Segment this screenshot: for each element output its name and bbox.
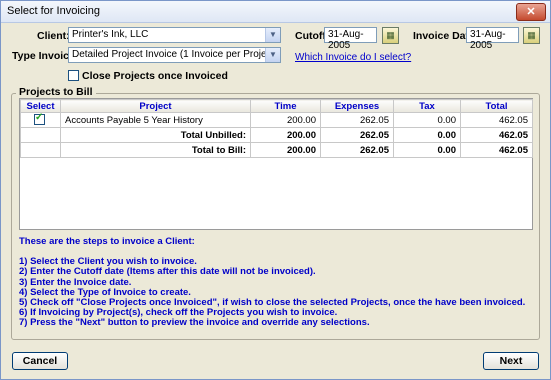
title-bar: Select for Invoicing ✕ xyxy=(1,1,550,23)
total-to-bill-expenses: 262.05 xyxy=(320,142,394,158)
checkmark-icon[interactable] xyxy=(34,114,45,125)
total-to-bill-row: Total to Bill: 200.00 262.05 0.00 462.05 xyxy=(20,142,533,158)
total-unbilled-tax: 0.00 xyxy=(393,127,461,143)
empty-cell xyxy=(20,142,61,158)
cancel-button-label: Cancel xyxy=(22,355,58,367)
col-time-header[interactable]: Time xyxy=(250,99,321,113)
close-icon: ✕ xyxy=(526,6,536,18)
col-expenses-header[interactable]: Expenses xyxy=(320,99,394,113)
total-unbilled-label: Total Unbilled: xyxy=(60,127,251,143)
row-tax: 0.00 xyxy=(393,112,461,128)
col-tax-header[interactable]: Tax xyxy=(393,99,461,113)
row-project: Accounts Payable 5 Year History xyxy=(60,112,251,128)
instructions: These are the steps to invoice a Client:… xyxy=(19,236,525,329)
window-title: Select for Invoicing xyxy=(7,5,100,17)
total-to-bill-time: 200.00 xyxy=(250,142,321,158)
close-button[interactable]: ✕ xyxy=(516,3,546,21)
invoice-type-dropdown[interactable]: Detailed Project Invoice (1 Invoice per … xyxy=(68,47,281,63)
steps-heading: These are the steps to invoice a Client: xyxy=(19,236,195,247)
close-projects-label: Close Projects once Invoiced xyxy=(82,70,228,82)
close-projects-checkbox[interactable] xyxy=(68,70,79,81)
total-unbilled-row: Total Unbilled: 200.00 262.05 0.00 462.0… xyxy=(20,127,533,143)
total-to-bill-total: 462.05 xyxy=(460,142,533,158)
next-button[interactable]: Next xyxy=(483,352,539,370)
next-button-label: Next xyxy=(499,355,523,367)
which-invoice-link[interactable]: Which Invoice do I select? xyxy=(295,52,411,63)
cancel-button[interactable]: Cancel xyxy=(12,352,68,370)
calendar-icon[interactable]: ▦ xyxy=(382,27,399,44)
row-select-cell[interactable] xyxy=(20,112,61,128)
cutoff-date-value: 31-Aug-2005 xyxy=(328,29,364,51)
total-to-bill-tax: 0.00 xyxy=(393,142,461,158)
row-total: 462.05 xyxy=(460,112,533,128)
total-unbilled-expenses: 262.05 xyxy=(320,127,394,143)
chevron-down-icon[interactable]: ▼ xyxy=(265,48,280,62)
total-unbilled-total: 462.05 xyxy=(460,127,533,143)
total-unbilled-time: 200.00 xyxy=(250,127,321,143)
invoice-type-value: Detailed Project Invoice (1 Invoice per … xyxy=(72,49,278,60)
client-dropdown[interactable]: Printer's Ink, LLC ▼ xyxy=(68,27,281,43)
invoice-date-field[interactable]: 31-Aug-2005 xyxy=(466,27,519,51)
col-select-header[interactable]: Select xyxy=(20,99,61,113)
step-item: 7) Press the "Next" button to preview th… xyxy=(19,317,370,329)
select-for-invoicing-window: Select for Invoicing ✕ Client: Printer's… xyxy=(0,0,551,380)
cutoff-date-field[interactable]: 31-Aug-2005 xyxy=(324,27,377,51)
client-value: Printer's Ink, LLC xyxy=(72,29,149,40)
client-label: Client: xyxy=(37,30,70,42)
empty-cell xyxy=(20,127,61,143)
invoice-date-value: 31-Aug-2005 xyxy=(470,29,506,51)
chevron-down-icon[interactable]: ▼ xyxy=(265,28,280,42)
table-row[interactable]: Accounts Payable 5 Year History 200.00 2… xyxy=(20,112,533,128)
projects-grid: Select Project Time Expenses Tax Total A… xyxy=(19,98,533,230)
calendar-icon[interactable]: ▦ xyxy=(523,27,540,44)
grid-header-row: Select Project Time Expenses Tax Total xyxy=(20,99,533,113)
col-project-header[interactable]: Project xyxy=(60,99,251,113)
projects-group-label: Projects to Bill xyxy=(16,86,96,98)
row-expenses: 262.05 xyxy=(320,112,394,128)
total-to-bill-label: Total to Bill: xyxy=(60,142,251,158)
row-time: 200.00 xyxy=(250,112,321,128)
col-total-header[interactable]: Total xyxy=(460,99,533,113)
